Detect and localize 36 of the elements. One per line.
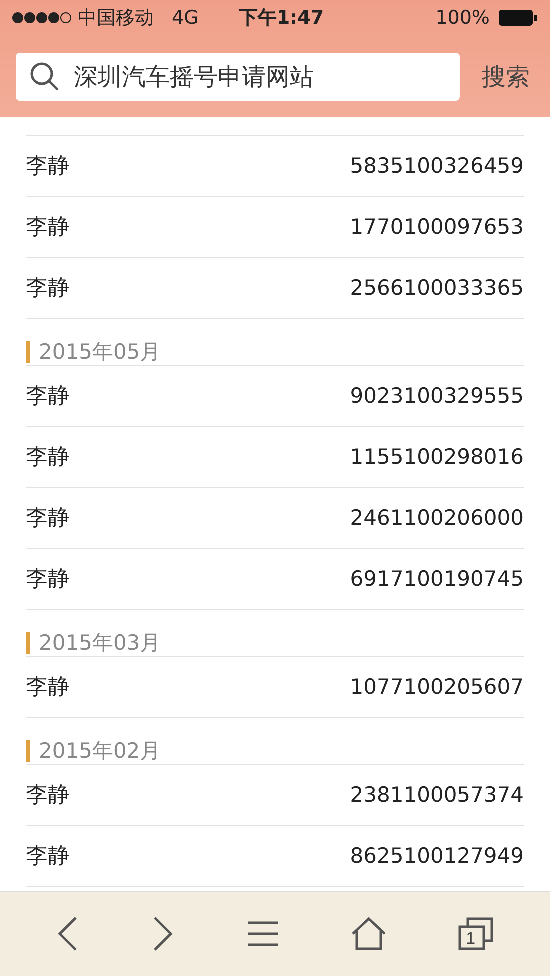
winner-name: 李静 bbox=[26, 566, 70, 594]
month-header: 2015年05月 bbox=[26, 341, 162, 363]
application-number: 2566100033365 bbox=[350, 276, 524, 300]
application-number: 8625100127949 bbox=[350, 844, 524, 868]
application-number: 1155100298016 bbox=[350, 445, 524, 469]
search-icon bbox=[30, 62, 60, 92]
battery-icon bbox=[498, 9, 538, 27]
menu-button[interactable] bbox=[246, 921, 279, 947]
application-number: 2381100057374 bbox=[350, 783, 524, 807]
application-number: 5835100326459 bbox=[350, 154, 524, 178]
application-number: 1077100205607 bbox=[350, 675, 524, 699]
month-header: 2015年03月 bbox=[26, 632, 162, 654]
status-time: 下午1:47 bbox=[238, 6, 324, 31]
winner-name: 李静 bbox=[26, 782, 70, 810]
winner-name: 李静 bbox=[26, 674, 70, 702]
application-number: 1770100097653 bbox=[350, 215, 524, 239]
winner-name: 李静 bbox=[26, 444, 70, 472]
network-type: 4G bbox=[172, 7, 199, 29]
application-number: 6917100190745 bbox=[350, 567, 524, 591]
search-button[interactable]: 搜索 bbox=[478, 60, 534, 92]
winner-name: 李静 bbox=[26, 505, 70, 533]
back-button[interactable] bbox=[56, 916, 80, 952]
winner-name: 李静 bbox=[26, 843, 70, 871]
home-button[interactable] bbox=[350, 917, 387, 951]
winner-name: 李静 bbox=[26, 383, 70, 411]
carrier-name: 中国移动 bbox=[78, 6, 154, 31]
winner-name: 李静 bbox=[26, 153, 70, 181]
application-number: 9023100329555 bbox=[350, 384, 524, 408]
application-number: 2461100206000 bbox=[350, 506, 524, 530]
winner-name: 李静 bbox=[26, 275, 70, 303]
forward-button[interactable] bbox=[151, 916, 176, 952]
signal-icon bbox=[12, 12, 72, 24]
battery-percent: 100% bbox=[436, 7, 490, 29]
search-field[interactable]: 深圳汽车摇号申请网站 bbox=[16, 52, 460, 100]
winner-name: 李静 bbox=[26, 214, 70, 242]
month-header: 2015年02月 bbox=[26, 740, 162, 762]
